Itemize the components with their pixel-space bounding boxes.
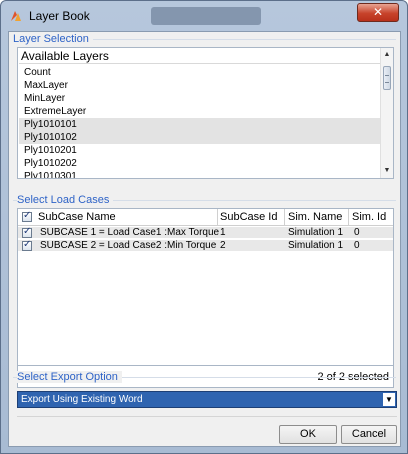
list-item[interactable]: Ply1010202 <box>19 157 381 170</box>
export-option-value: Export Using Existing Word <box>21 394 143 405</box>
table-header: SubCase Name SubCase Id Sim. Name Sim. I… <box>18 209 393 226</box>
export-option-group-label: Select Export Option <box>17 371 122 383</box>
cancel-button[interactable]: Cancel <box>341 425 397 444</box>
list-item[interactable]: Ply1010201 <box>19 144 381 157</box>
subcase-name-cell: SUBCASE 2 = Load Case2 :Min Torque <box>40 240 217 251</box>
dialog-body: Layer Selection Available Layers Count M… <box>8 31 401 447</box>
list-item[interactable]: Count <box>19 66 381 79</box>
export-option-dropdown[interactable]: Export Using Existing Word ▼ <box>17 391 397 408</box>
table-row[interactable]: SUBCASE 1 = Load Case1 :Max Torque 1 Sim… <box>18 226 393 239</box>
list-item[interactable]: MaxLayer <box>19 79 381 92</box>
layer-book-window: Layer Book ✕ Layer Selection Available L… <box>0 0 408 454</box>
column-divider <box>284 209 285 225</box>
select-all-checkbox[interactable] <box>22 210 32 222</box>
chevron-down-icon[interactable]: ▼ <box>383 393 395 406</box>
load-cases-table: SubCase Name SubCase Id Sim. Name Sim. I… <box>17 208 394 366</box>
sim-name-cell: Simulation 1 <box>288 227 344 238</box>
column-divider <box>217 209 218 225</box>
table-row[interactable]: SUBCASE 2 = Load Case2 :Min Torque 2 Sim… <box>18 239 393 252</box>
title-bar[interactable]: Layer Book ✕ <box>1 1 407 31</box>
close-button[interactable]: ✕ <box>357 3 399 22</box>
layer-selection-group-label: Layer Selection <box>13 33 93 45</box>
list-item[interactable]: Ply1010301 <box>19 170 381 178</box>
scroll-down-icon[interactable]: ▼ <box>381 164 393 178</box>
list-item-selected[interactable]: Ply1010101 <box>19 118 381 131</box>
subcase-id-cell: 2 <box>220 240 226 251</box>
row-checkbox[interactable] <box>22 239 32 251</box>
row-checkbox[interactable] <box>22 226 32 238</box>
sim-id-cell: 0 <box>354 227 360 238</box>
column-header-sim-name[interactable]: Sim. Name <box>288 211 342 223</box>
window-title: Layer Book <box>29 9 90 23</box>
list-item[interactable]: MinLayer <box>19 92 381 105</box>
available-layers-list[interactable]: Available Layers Count MaxLayer MinLayer… <box>17 47 394 179</box>
scroll-up-icon[interactable]: ▲ <box>381 48 393 62</box>
scrollbar-thumb[interactable] <box>383 66 391 90</box>
load-cases-group-label: Select Load Cases <box>17 194 114 206</box>
available-layers-header: Available Layers <box>19 49 381 64</box>
footer-divider <box>17 416 397 417</box>
sim-name-cell: Simulation 1 <box>288 240 344 251</box>
layers-scrollbar[interactable]: ▲ ▼ <box>380 48 393 178</box>
sim-id-cell: 0 <box>354 240 360 251</box>
close-icon: ✕ <box>372 5 384 19</box>
ok-button[interactable]: OK <box>279 425 337 444</box>
column-header-sim-id[interactable]: Sim. Id <box>352 211 386 223</box>
list-item-selected[interactable]: Ply1010102 <box>19 131 381 144</box>
column-header-subcase-id[interactable]: SubCase Id <box>220 211 277 223</box>
title-glass-decoration <box>151 7 261 25</box>
list-item[interactable]: ExtremeLayer <box>19 105 381 118</box>
subcase-name-cell: SUBCASE 1 = Load Case1 :Max Torque <box>40 227 220 238</box>
subcase-id-cell: 1 <box>220 227 226 238</box>
column-header-subcase-name[interactable]: SubCase Name <box>38 211 116 223</box>
layer-book-icon <box>11 11 21 21</box>
column-divider <box>348 209 349 225</box>
